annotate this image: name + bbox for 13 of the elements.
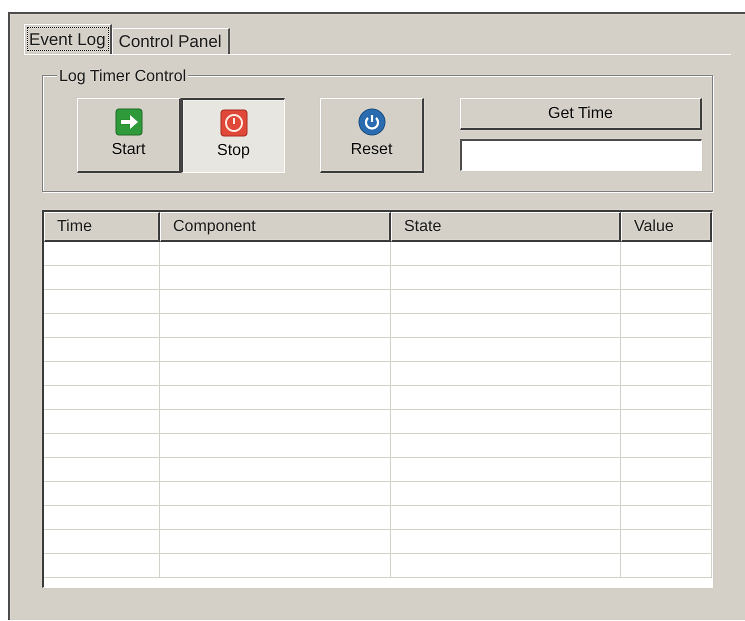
start-button[interactable]: Start [77, 98, 181, 173]
column-header[interactable]: State [391, 212, 621, 242]
time-field[interactable] [460, 139, 702, 171]
tab[interactable]: Control Panel [112, 28, 230, 54]
power-icon [358, 108, 386, 136]
power-icon [220, 109, 248, 137]
column-header[interactable]: Value [621, 212, 712, 242]
reset-button[interactable]: Reset [320, 98, 424, 173]
column-header[interactable]: Time [44, 212, 160, 242]
stop-button[interactable]: Stop [181, 98, 285, 173]
get-time-button[interactable]: Get Time [460, 98, 702, 130]
tab[interactable]: Event Log [24, 24, 112, 54]
column-header[interactable]: Component [160, 212, 391, 242]
